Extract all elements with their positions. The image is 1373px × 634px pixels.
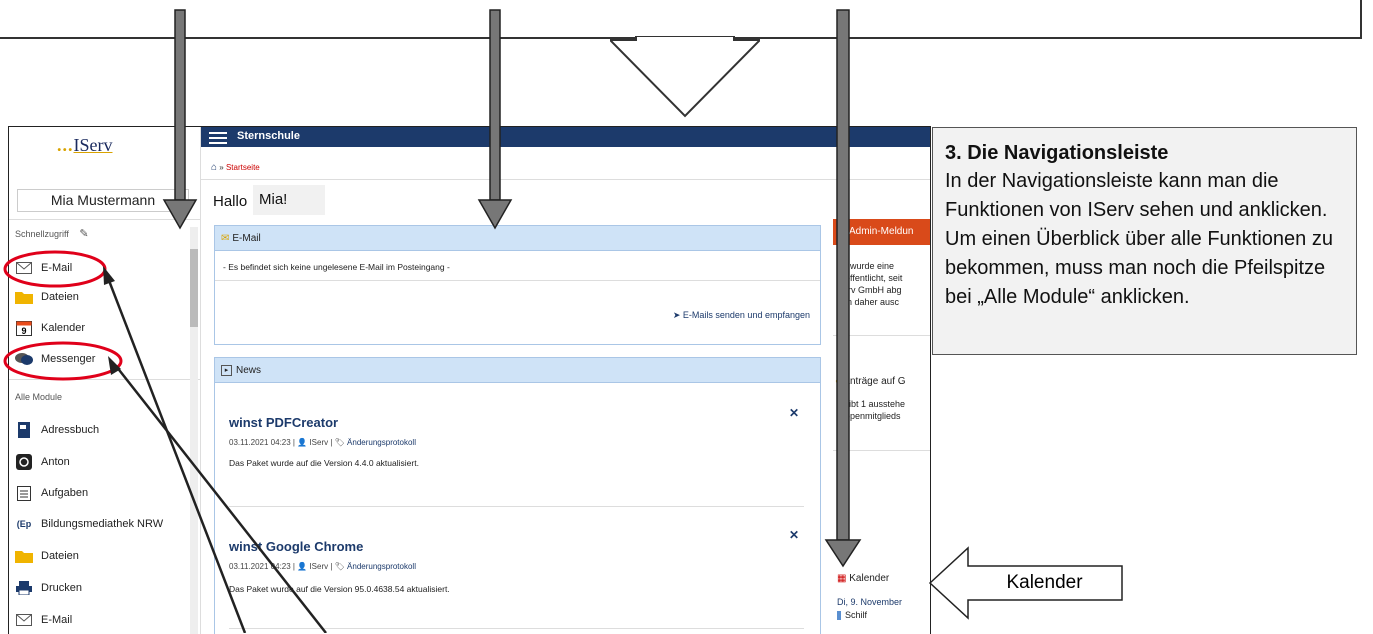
highlight-messenger <box>3 341 123 381</box>
info-box: 3. Die Navigationsleiste In der Navigati… <box>932 127 1357 355</box>
info-heading: 3. Die Navigationsleiste <box>945 142 1169 164</box>
highlight-email <box>3 250 107 288</box>
down-arrow-icon <box>477 9 513 230</box>
down-arrow-icon <box>824 9 862 568</box>
info-body: In der Navigationsleiste kann man die Fu… <box>945 170 1333 308</box>
down-arrow-icon <box>162 9 198 230</box>
calendar-annotation-label: Kalender <box>1006 572 1083 593</box>
